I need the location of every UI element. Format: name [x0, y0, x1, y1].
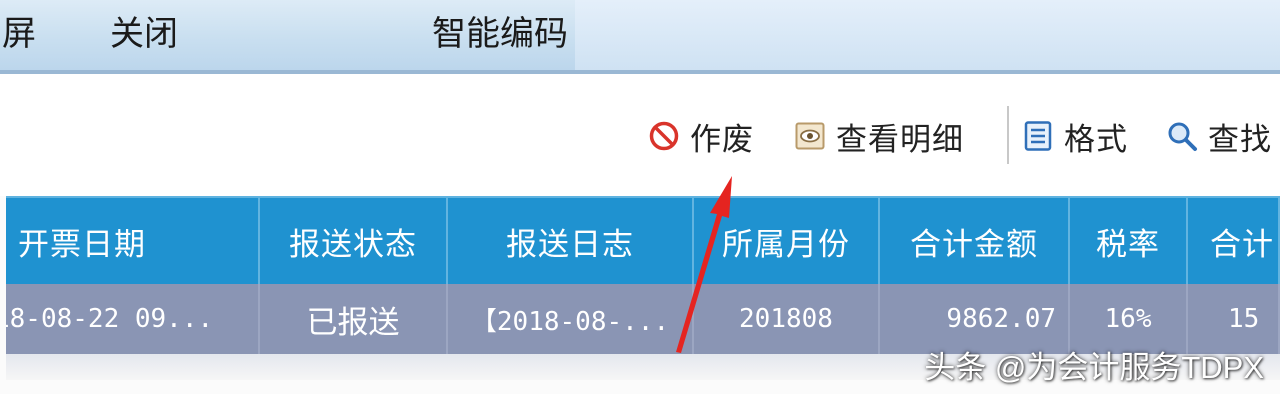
- menu-bar: 屏 关闭 智能编码: [0, 0, 1280, 74]
- watermark: 头条 @为会计服务TDPX: [924, 350, 1264, 385]
- menu-item-screen[interactable]: 屏: [2, 14, 36, 54]
- eye-icon: [795, 122, 825, 150]
- column-header-month[interactable]: 所属月份: [694, 198, 880, 284]
- table-header: 开票日期 报送状态 报送日志 所属月份 合计金额 税率 合计: [6, 196, 1280, 286]
- column-header-tax-rate[interactable]: 税率: [1070, 198, 1188, 284]
- grid-format-icon: [1024, 121, 1052, 151]
- void-label: 作废: [690, 121, 754, 158]
- cell-report-status: 已报送: [260, 284, 448, 354]
- menu-item-smart-coding[interactable]: 智能编码: [432, 14, 568, 54]
- toolbar-separator: [1007, 106, 1009, 164]
- invoice-query-window: 屏 关闭 智能编码 作废 查看明细 格式 查找 开票日期 报送状态 报送日志 所…: [0, 0, 1280, 394]
- format-button[interactable]: 格式: [1022, 114, 1128, 158]
- find-label: 查找: [1208, 121, 1272, 158]
- toolbar: 作废 查看明细 格式 查找: [0, 74, 1280, 196]
- void-button[interactable]: 作废: [648, 114, 754, 158]
- view-detail-button[interactable]: 查看明细: [794, 114, 964, 158]
- menu-item-close[interactable]: 关闭: [110, 14, 178, 54]
- cell-report-log: 【2018-08-...: [448, 284, 694, 354]
- magnifier-icon: [1168, 122, 1197, 151]
- cell-invoice-date: 18-08-22 09...: [6, 284, 260, 354]
- menu-tab-strip: [575, 0, 1280, 70]
- column-header-invoice-date[interactable]: 开票日期: [6, 198, 260, 284]
- cell-month: 201808: [694, 284, 880, 354]
- column-header-total-amount[interactable]: 合计金额: [880, 198, 1070, 284]
- find-button[interactable]: 查找: [1166, 114, 1272, 158]
- column-header-report-status[interactable]: 报送状态: [260, 198, 448, 284]
- format-label: 格式: [1064, 121, 1128, 158]
- prohibited-icon: [649, 121, 679, 151]
- view-detail-label: 查看明细: [836, 121, 964, 158]
- column-header-report-log[interactable]: 报送日志: [448, 198, 694, 284]
- column-header-total-tax[interactable]: 合计: [1188, 198, 1280, 284]
